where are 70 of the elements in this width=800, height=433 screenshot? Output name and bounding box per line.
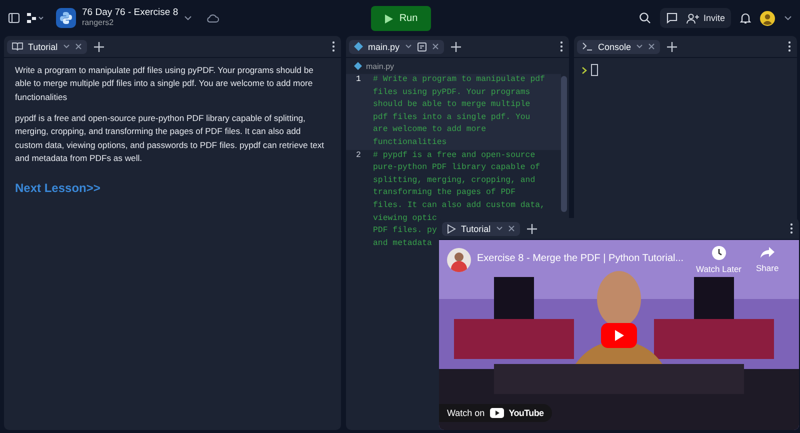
- text-cursor: [591, 64, 598, 76]
- terminal-icon: [582, 42, 593, 51]
- more-icon[interactable]: [560, 41, 563, 52]
- bell-icon[interactable]: [740, 12, 751, 24]
- more-icon[interactable]: [332, 41, 335, 52]
- search-icon[interactable]: [639, 12, 652, 24]
- run-button[interactable]: Run: [371, 6, 431, 31]
- console-tab[interactable]: Console: [577, 40, 660, 54]
- share-icon: [760, 246, 775, 259]
- code-comment: files using pyPDF. Your programs: [373, 86, 530, 99]
- play-icon: [384, 14, 394, 24]
- caret-icon[interactable]: [62, 44, 70, 49]
- python-file-icon: [354, 62, 362, 70]
- code-comment: are welcome to add more: [373, 124, 486, 136]
- code-comment: functionalities: [373, 136, 447, 149]
- code-comment: files. It can also add custom data,: [373, 200, 545, 212]
- add-tab-icon[interactable]: [667, 42, 678, 52]
- code-comment: splitting, merging, cropping, and: [373, 174, 536, 187]
- more-icon[interactable]: [790, 223, 793, 234]
- code-comment: and metadata: [373, 238, 432, 250]
- tutorial-tab[interactable]: Tutorial: [442, 222, 520, 236]
- youtube-logo-icon: [490, 408, 504, 418]
- file-path[interactable]: main.py: [366, 62, 394, 70]
- play-icon: [447, 224, 456, 234]
- cloud-icon: [206, 14, 220, 22]
- close-icon[interactable]: [648, 43, 656, 50]
- caret-icon[interactable]: [784, 15, 792, 21]
- add-tab-icon[interactable]: [526, 224, 537, 234]
- book-icon: [12, 42, 23, 51]
- owner-name: rangers2: [82, 18, 115, 28]
- caret-icon[interactable]: [404, 44, 412, 49]
- add-tab-icon[interactable]: [450, 42, 461, 52]
- clock-icon: [712, 246, 726, 260]
- code-comment: # pypdf is a free and open-source: [373, 150, 536, 162]
- caret-icon[interactable]: [496, 226, 503, 231]
- code-comment: transforming the pages of PDF: [373, 187, 516, 200]
- chat-icon[interactable]: [666, 12, 678, 24]
- code-comment: # Write a program to manipulate pdf: [373, 74, 545, 86]
- channel-avatar-icon[interactable]: [447, 248, 471, 272]
- close-icon[interactable]: [74, 43, 82, 50]
- project-title[interactable]: 76 Day 76 - Exercise 8: [82, 8, 178, 19]
- code-comment: pure-python PDF library capable of: [373, 162, 540, 174]
- tutorial-tab[interactable]: Tutorial: [7, 40, 87, 54]
- close-icon[interactable]: [432, 43, 439, 50]
- caret-icon[interactable]: [636, 44, 644, 49]
- line-number: 1: [355, 74, 362, 86]
- python-logo-icon[interactable]: [56, 8, 76, 28]
- python-file-icon: [354, 42, 363, 51]
- add-person-icon: [686, 12, 700, 24]
- line-number: 2: [355, 150, 362, 162]
- prompt-icon: [582, 66, 587, 74]
- watch-on-youtube-button[interactable]: Watch on YouTube: [439, 404, 552, 422]
- code-comment: viewing optic: [373, 212, 437, 225]
- document-icon[interactable]: [416, 42, 427, 52]
- code-comment: pdf files into a single pdf. You: [373, 112, 530, 124]
- add-tab-icon[interactable]: [94, 42, 104, 52]
- code-comment: PDF files. py: [373, 225, 437, 238]
- scrollbar[interactable]: [561, 76, 567, 212]
- play-button-icon[interactable]: [601, 323, 637, 348]
- caret-icon[interactable]: [184, 15, 192, 21]
- close-icon[interactable]: [508, 225, 515, 232]
- lesson-paragraph: Write a program to manipulate pdf files using pyPDF. Your programs should be able to merge multiple pdf files into a single pdf. You are welcome to add more functionalities: [15, 64, 314, 104]
- next-lesson-link[interactable]: Next Lesson>>: [15, 179, 330, 198]
- lesson-paragraph: pypdf is a free and open-source pure-python PDF library capable of splitting, merging, cropping, and transforming the pages of PDF files. It can also add custom data, viewing options, and passwords to PDF files. pypdf can retrieve text and metadata from PDFs as well.: [15, 112, 326, 165]
- more-icon[interactable]: [788, 41, 791, 52]
- file-tab[interactable]: main.py: [349, 40, 444, 54]
- tree-icon[interactable]: [26, 12, 44, 24]
- code-comment: should be able to merge multiple: [373, 99, 530, 112]
- avatar-icon[interactable]: [760, 10, 775, 26]
- sidebar-icon[interactable]: [8, 12, 20, 24]
